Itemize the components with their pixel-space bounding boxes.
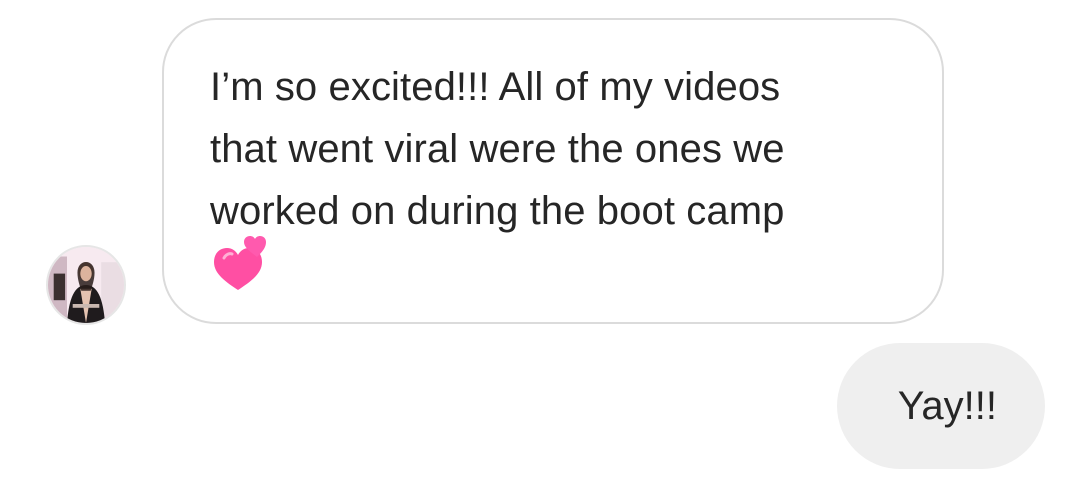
sender-avatar[interactable] [46,245,126,325]
two-hearts-icon [214,236,266,290]
message-line: worked on during the boot camp [210,189,785,233]
received-message-bubble[interactable]: I’m so excited!!! All of my videos that … [162,18,944,324]
avatar-image [48,247,124,323]
message-line: I’m so excited!!! All of my videos [210,65,781,109]
message-line: that went viral were the ones we [210,127,785,171]
sent-message-bubble[interactable]: Yay!!! [837,343,1045,469]
chat-thread: I’m so excited!!! All of my videos that … [0,0,1080,489]
received-message-text: I’m so excited!!! All of my videos that … [210,56,910,242]
sent-message-text: Yay!!! [897,384,997,428]
